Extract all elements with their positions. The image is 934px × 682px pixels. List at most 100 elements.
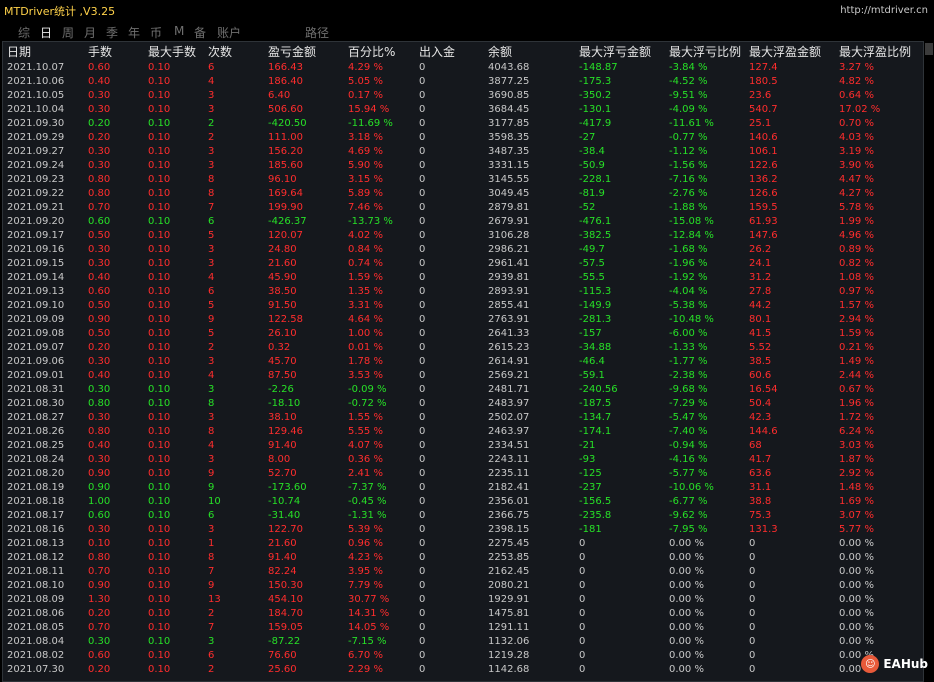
table-row[interactable]: 2021.09.09 0.90 0.10 9 122.58 4.64 % 0 2763.91 -… (3, 313, 923, 327)
table-row[interactable]: 2021.08.17 0.60 0.10 6 -31.40 -1.31 % 0 2366.75… (3, 509, 923, 523)
table-row[interactable]: 2021.09.29 0.20 0.10 2 111.00 3.18 % 0 3598.35 -… (3, 131, 923, 145)
table-row[interactable]: 2021.09.10 0.50 0.10 5 91.50 3.31 % 0 2855.41 -1… (3, 299, 923, 313)
table-row[interactable]: 2021.09.21 0.70 0.10 7 199.90 7.46 % 0 2879.81 -… (3, 201, 923, 215)
table-row[interactable]: 2021.09.23 0.80 0.10 8 96.10 3.15 % 0 3145.55 -2… (3, 173, 923, 187)
table-row[interactable]: 2021.08.13 0.10 0.10 1 21.60 0.96 % 0 2275.45 0 0… (3, 537, 923, 551)
tab-10[interactable]: 路径 (305, 24, 329, 41)
table-row[interactable]: 2021.09.13 0.60 0.10 6 38.50 1.35 % 0 2893.91 -1… (3, 285, 923, 299)
vertical-scrollbar[interactable] (924, 41, 934, 680)
table-row[interactable]: 2021.10.07 0.60 0.10 6 166.43 4.29 % 0 4043.68 -… (3, 61, 923, 75)
table-cell: 21.60 (268, 538, 297, 549)
tab-9[interactable]: 账户 (217, 24, 241, 41)
column-header-6[interactable]: 出入金 (419, 42, 488, 61)
table-cell: 3 (208, 356, 215, 367)
app-url-link[interactable]: http://mtdriver.cn (840, 5, 928, 16)
table-cell: 31.2 (749, 272, 772, 283)
table-cell: 45.90 (268, 272, 297, 283)
tab-6[interactable]: 币 (150, 24, 162, 41)
table-row[interactable]: 2021.08.05 0.70 0.10 7 159.05 14.05 % 0 1291.11… (3, 621, 923, 635)
tab-7[interactable]: M (174, 24, 184, 38)
table-cell: 1475.81 (488, 608, 530, 619)
table-row[interactable]: 2021.09.01 0.40 0.10 4 87.50 3.53 % 0 2569.21 -5… (3, 369, 923, 383)
table-row[interactable]: 2021.09.07 0.20 0.10 2 0.32 0.01 % 0 2615.23 -34… (3, 341, 923, 355)
table-cell: 0.00 % (669, 622, 704, 633)
table-row[interactable]: 2021.08.09 1.30 0.10 13 454.10 30.77 % 0 1929.9… (3, 593, 923, 607)
table-cell: 0.50 (88, 300, 111, 311)
table-row[interactable]: 2021.09.17 0.50 0.10 5 120.07 4.02 % 0 3106.28 -… (3, 229, 923, 243)
table-row[interactable]: 2021.09.20 0.60 0.10 6 -426.37 -13.73 % 0 2679.… (3, 215, 923, 229)
tab-5[interactable]: 年 (128, 24, 140, 41)
table-cell: 0 (579, 650, 586, 661)
table-cell: -148.87 (579, 62, 618, 73)
table-cell: 0 (419, 90, 426, 101)
table-row[interactable]: 2021.09.30 0.20 0.10 2 -420.50 -11.69 % 0 3177.… (3, 117, 923, 131)
table-row[interactable]: 2021.10.06 0.40 0.10 4 186.40 5.05 % 0 3877.25 -… (3, 75, 923, 89)
column-header-1[interactable]: 手数 (88, 42, 148, 61)
table-row[interactable]: 2021.09.15 0.30 0.10 3 21.60 0.74 % 0 2961.41 -5… (3, 257, 923, 271)
table-cell: 91.40 (268, 552, 297, 563)
column-header-10[interactable]: 最大浮盈金额 (749, 42, 839, 61)
table-cell: 3.15 % (348, 174, 383, 185)
tab-3[interactable]: 月 (84, 24, 96, 41)
table-cell: 3 (208, 90, 215, 101)
table-row[interactable]: 2021.07.30 0.20 0.10 2 25.60 2.29 % 0 1142.68 0 0… (3, 663, 923, 677)
table-cell: 0 (419, 426, 426, 437)
tab-1[interactable]: 日 (40, 24, 52, 41)
table-cell: 4 (208, 76, 215, 87)
table-row[interactable]: 2021.08.04 0.30 0.10 3 -87.22 -7.15 % 0 1132.06… (3, 635, 923, 649)
table-cell: 0 (419, 412, 426, 423)
table-row[interactable]: 2021.09.27 0.30 0.10 3 156.20 4.69 % 0 3487.35 -… (3, 145, 923, 159)
table-row[interactable]: 2021.09.08 0.50 0.10 5 26.10 1.00 % 0 2641.33 -1… (3, 327, 923, 341)
column-header-7[interactable]: 余额 (488, 42, 579, 61)
table-row[interactable]: 2021.08.10 0.90 0.10 9 150.30 7.79 % 0 2080.21 0… (3, 579, 923, 593)
table-row[interactable]: 2021.09.24 0.30 0.10 3 185.60 5.90 % 0 3331.15 -… (3, 159, 923, 173)
table-cell: -382.5 (579, 230, 612, 241)
table-row[interactable]: 2021.09.14 0.40 0.10 4 45.90 1.59 % 0 2939.81 -5… (3, 271, 923, 285)
table-cell: 5.52 (749, 342, 772, 353)
table-row[interactable]: 2021.08.02 0.60 0.10 6 76.60 6.70 % 0 1219.28 0 0… (3, 649, 923, 663)
table-cell: 0 (419, 314, 426, 325)
tab-8[interactable]: 备 (194, 24, 206, 41)
table-cell: 2.44 % (839, 370, 874, 381)
table-row[interactable]: 2021.08.20 0.90 0.10 9 52.70 2.41 % 0 2235.11 -1… (3, 467, 923, 481)
table-cell: 0.10 (148, 552, 171, 563)
table-cell: 2614.91 (488, 356, 530, 367)
column-header-8[interactable]: 最大浮亏金额 (579, 42, 669, 61)
column-header-0[interactable]: 日期 (7, 42, 88, 61)
table-row[interactable]: 2021.09.16 0.30 0.10 3 24.80 0.84 % 0 2986.21 -4… (3, 243, 923, 257)
table-row[interactable]: 2021.08.26 0.80 0.10 8 129.46 5.55 % 0 2463.97 -… (3, 425, 923, 439)
tab-0[interactable]: 综 (18, 24, 30, 41)
table-cell: -1.56 % (669, 160, 708, 171)
table-row[interactable]: 2021.08.11 0.70 0.10 7 82.24 3.95 % 0 2162.45 0 0… (3, 565, 923, 579)
column-header-11[interactable]: 最大浮盈比例 (839, 42, 923, 61)
table-cell: 0 (419, 622, 426, 633)
table-row[interactable]: 2021.08.30 0.80 0.10 8 -18.10 -0.72 % 0 2483.97… (3, 397, 923, 411)
column-header-4[interactable]: 盈亏金额 (268, 42, 348, 61)
table-cell: 3 (208, 636, 215, 647)
scrollbar-thumb[interactable] (925, 43, 933, 55)
table-row[interactable]: 2021.08.18 1.00 0.10 10 -10.74 -0.45 % 0 2356.0… (3, 495, 923, 509)
table-cell: 2.94 % (839, 314, 874, 325)
table-row[interactable]: 2021.08.27 0.30 0.10 3 38.10 1.55 % 0 2502.07 -1… (3, 411, 923, 425)
table-row[interactable]: 2021.08.19 0.90 0.10 9 -173.60 -7.37 % 0 2182.4… (3, 481, 923, 495)
table-row[interactable]: 2021.09.06 0.30 0.10 3 45.70 1.78 % 0 2614.91 -4… (3, 355, 923, 369)
table-cell: 2021.08.24 (7, 454, 65, 465)
column-header-9[interactable]: 最大浮亏比例 (669, 42, 749, 61)
table-cell: 6 (208, 62, 215, 73)
column-header-5[interactable]: 百分比% (348, 42, 419, 61)
table-row[interactable]: 2021.08.25 0.40 0.10 4 91.40 4.07 % 0 2334.51 -2… (3, 439, 923, 453)
column-header-2[interactable]: 最大手数 (148, 42, 208, 61)
table-row[interactable]: 2021.08.06 0.20 0.10 2 184.70 14.31 % 0 1475.81… (3, 607, 923, 621)
table-row[interactable]: 2021.08.31 0.30 0.10 3 -2.26 -0.09 % 0 2481.71 -… (3, 383, 923, 397)
table-cell: 0.10 (148, 398, 171, 409)
table-row[interactable]: 2021.08.24 0.30 0.10 3 8.00 0.36 % 0 2243.11 -93… (3, 453, 923, 467)
table-row[interactable]: 2021.10.05 0.30 0.10 3 6.40 0.17 % 0 3690.85 -35… (3, 89, 923, 103)
column-header-3[interactable]: 次数 (208, 42, 268, 61)
tab-2[interactable]: 周 (62, 24, 74, 41)
table-row[interactable]: 2021.10.04 0.30 0.10 3 506.60 15.94 % 0 3684.45… (3, 103, 923, 117)
table-row[interactable]: 2021.09.22 0.80 0.10 8 169.64 5.89 % 0 3049.45 -… (3, 187, 923, 201)
table-row[interactable]: 2021.08.16 0.30 0.10 3 122.70 5.39 % 0 2398.15 -… (3, 523, 923, 537)
table-row[interactable]: 2021.08.12 0.80 0.10 8 91.40 4.23 % 0 2253.85 0 0… (3, 551, 923, 565)
table-cell: -237 (579, 482, 602, 493)
tab-4[interactable]: 季 (106, 24, 118, 41)
